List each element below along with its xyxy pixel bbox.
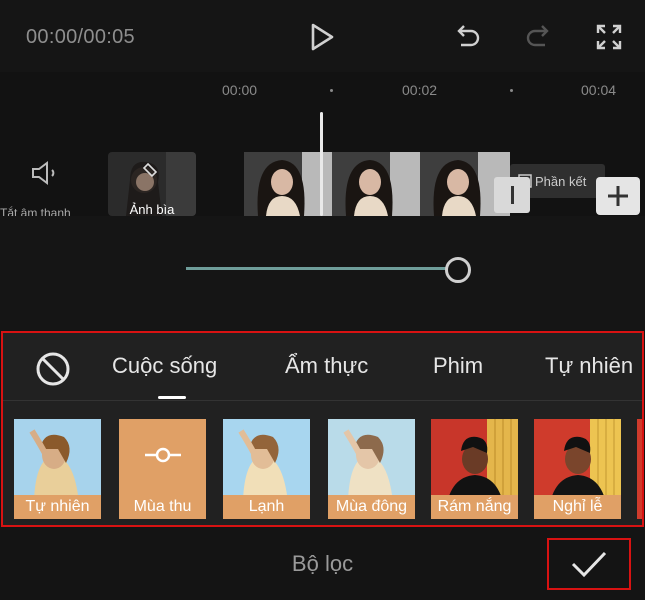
- player-toolbar: 00:00/00:05: [0, 0, 645, 72]
- filter-label: Mùa đông: [328, 495, 415, 519]
- redo-icon[interactable]: [522, 20, 556, 54]
- add-clip-button[interactable]: [596, 177, 640, 215]
- tick-label: 00:02: [402, 82, 438, 98]
- filter-tile-ram-nang[interactable]: Rám nắng: [431, 419, 518, 519]
- ending-label: Phần kết: [535, 173, 587, 189]
- timecode: 00:00/00:05: [26, 26, 135, 48]
- cover-thumbnail[interactable]: Ảnh bìa: [108, 152, 196, 216]
- intensity-slider-thumb[interactable]: [445, 257, 471, 283]
- intensity-slider-track[interactable]: [186, 267, 456, 270]
- fullscreen-icon[interactable]: [592, 20, 626, 54]
- filter-panel: Cuộc sống Ẩm thực Phim Tự nhiên Tự nhiên…: [1, 331, 644, 527]
- tab-tu-nhien[interactable]: Tự nhiên: [545, 353, 633, 379]
- bottom-bar: Bộ lọc: [0, 527, 645, 600]
- filter-label: Tự nhiên: [14, 495, 101, 519]
- speaker-icon: [32, 161, 55, 185]
- tab-am-thuc[interactable]: Ẩm thực: [285, 353, 368, 379]
- undo-icon[interactable]: [450, 20, 484, 54]
- active-tab-indicator: [158, 396, 186, 399]
- mute-audio-button[interactable]: [0, 160, 90, 191]
- filter-tile-partial[interactable]: [637, 419, 642, 519]
- filter-tile-lanh[interactable]: Lạnh: [223, 419, 310, 519]
- tick-label: 00:04: [581, 82, 617, 98]
- filter-category-tabs: Cuộc sống Ẩm thực Phim Tự nhiên: [3, 333, 642, 401]
- filter-label: Rám nắng: [431, 495, 518, 519]
- filter-label: Nghỉ lễ: [534, 495, 621, 519]
- check-icon: [571, 551, 607, 578]
- filter-label: Lạnh: [223, 495, 310, 519]
- filter-label: Mùa thu: [119, 495, 206, 519]
- intensity-slider-area: [0, 216, 645, 330]
- tick-dot: [510, 89, 513, 92]
- cover-label: Ảnh bìa: [129, 202, 175, 216]
- play-icon[interactable]: [305, 20, 339, 54]
- video-clip[interactable]: [244, 152, 510, 216]
- tab-phim[interactable]: Phim: [433, 353, 483, 379]
- tab-cuoc-song[interactable]: Cuộc sống: [112, 353, 217, 379]
- filter-tile-mua-dong[interactable]: Mùa đông: [328, 419, 415, 519]
- adjust-slider-icon: [145, 447, 181, 463]
- plus-icon: [608, 186, 628, 206]
- tick-label: 00:00: [222, 82, 258, 98]
- confirm-button[interactable]: [547, 538, 631, 590]
- tick-dot: [330, 89, 333, 92]
- clip-frames: [244, 152, 510, 216]
- filter-tile-tu-nhien[interactable]: Tự nhiên: [14, 419, 101, 519]
- no-filter-icon[interactable]: [33, 349, 73, 389]
- filter-tile-mua-thu-selected[interactable]: Mùa thu: [119, 419, 206, 519]
- timeline-ruler: 00:00 00:02 00:04: [0, 72, 645, 108]
- filter-tile-nghi-le[interactable]: Nghỉ lễ: [534, 419, 621, 519]
- playhead[interactable]: [320, 112, 323, 216]
- trim-handle[interactable]: [494, 177, 530, 213]
